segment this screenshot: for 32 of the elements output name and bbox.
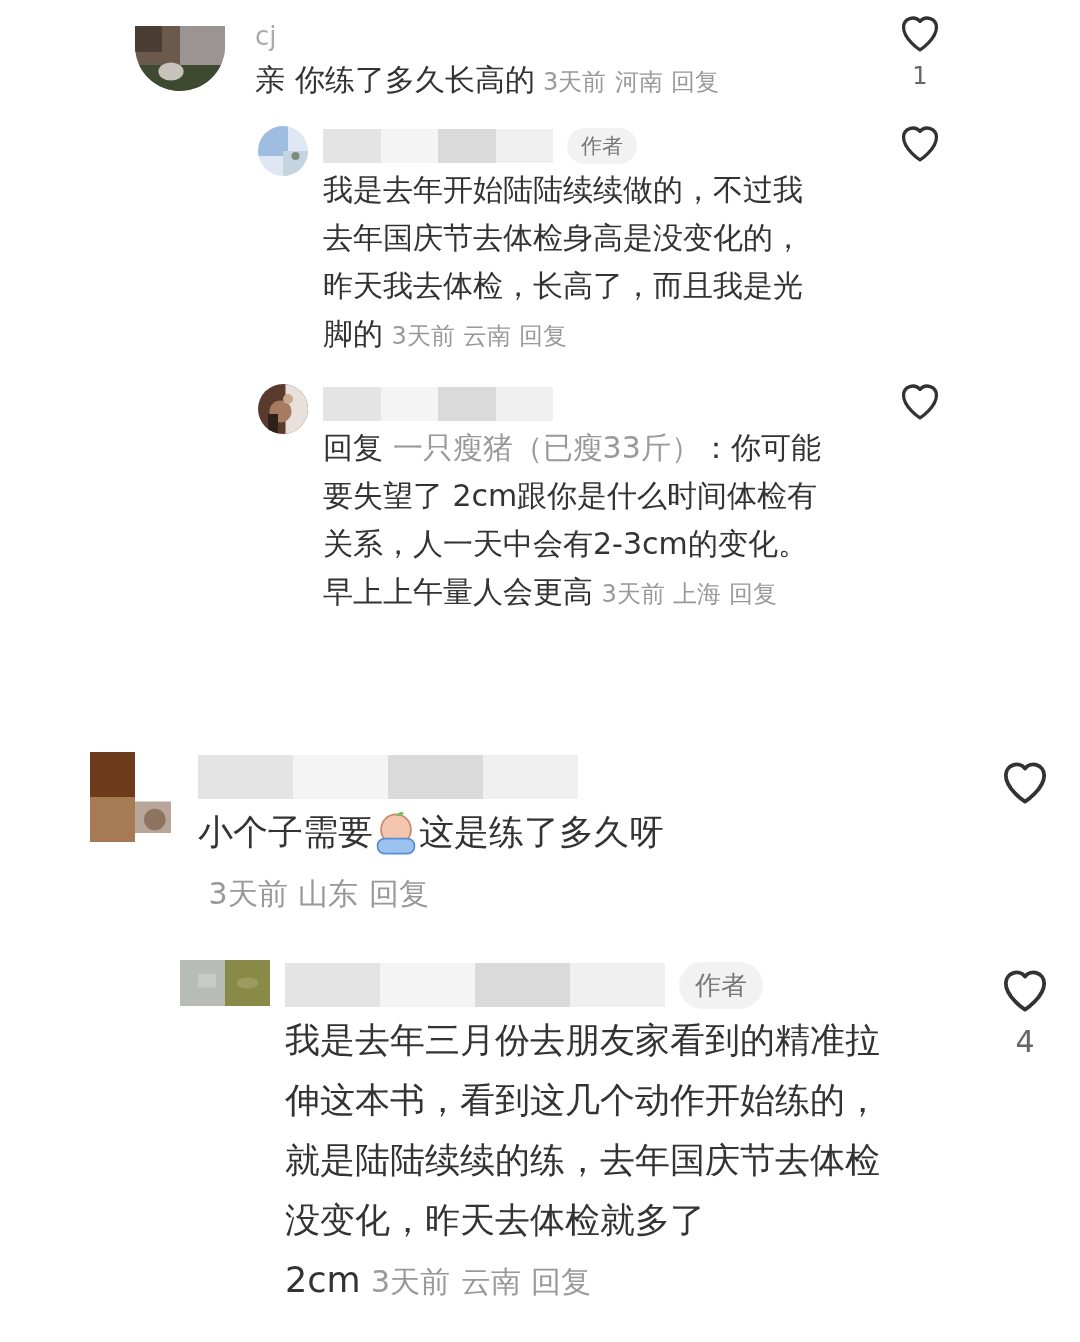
comment-text: 这是练了多久呀 — [419, 812, 664, 852]
comment-time: 3天前 — [601, 580, 665, 608]
like-count: 4 — [1015, 1024, 1035, 1059]
comment-text: 亲 你练了多久长高的 3天前 河南 回复 — [255, 61, 720, 99]
reply-link[interactable]: 回复 — [531, 1264, 592, 1299]
author-badge: 作者 — [567, 128, 637, 164]
reply-link[interactable]: 回复 — [368, 876, 429, 911]
comment-location: 云南 — [463, 322, 512, 350]
comment-time: 3天前 — [208, 876, 288, 911]
reply-link[interactable]: 回复 — [671, 68, 719, 96]
comment-time: 3天前 — [371, 1264, 451, 1299]
like-icon[interactable] — [1002, 970, 1048, 1012]
comment-location: 河南 — [614, 68, 663, 96]
reply-link[interactable]: 回复 — [729, 580, 778, 608]
like-icon[interactable] — [901, 384, 939, 420]
like-count: 1 — [912, 62, 928, 90]
comment-time: 3天前 — [391, 322, 455, 350]
like-icon[interactable] — [901, 126, 939, 162]
comment-text: 我是去年开始陆陆续续做的，不过我去年国庆节去体检身高是没变化的，昨天我去体检，长高了，而且我是光脚的 3天前 云南 回复 — [323, 171, 804, 353]
comment-text: 小个子需要 — [198, 812, 373, 852]
comment-location: 上海 — [673, 580, 722, 608]
comment-location: 云南 — [460, 1264, 521, 1299]
author-badge: 作者 — [679, 961, 763, 1009]
comment-text: 我是去年三月份去朋友家看到的精准拉伸这本书，看到这几个动作开始练的，就是陆陆续续的练，去年国庆节去体检没变化，昨天去体检就多了2cm 3天前 云南 回复 — [285, 1019, 881, 1302]
mention-link[interactable]: 一只瘦猪（已瘦33斤） — [392, 430, 701, 465]
like-icon[interactable] — [1002, 762, 1048, 804]
reply-link[interactable]: 回复 — [519, 322, 568, 350]
comment-location: 山东 — [298, 876, 359, 911]
comment-time: 3天前 — [542, 68, 607, 96]
comment-text: 回复 一只瘦猪（已瘦33斤）：你可能要失望了 2cm跟你是什么时间体检有关系，人一天中会有2-3cm的变化。早上上午量人会更高 3天前 上海 回复 — [323, 429, 822, 611]
username[interactable]: cj — [255, 21, 277, 51]
like-icon[interactable] — [901, 16, 939, 52]
